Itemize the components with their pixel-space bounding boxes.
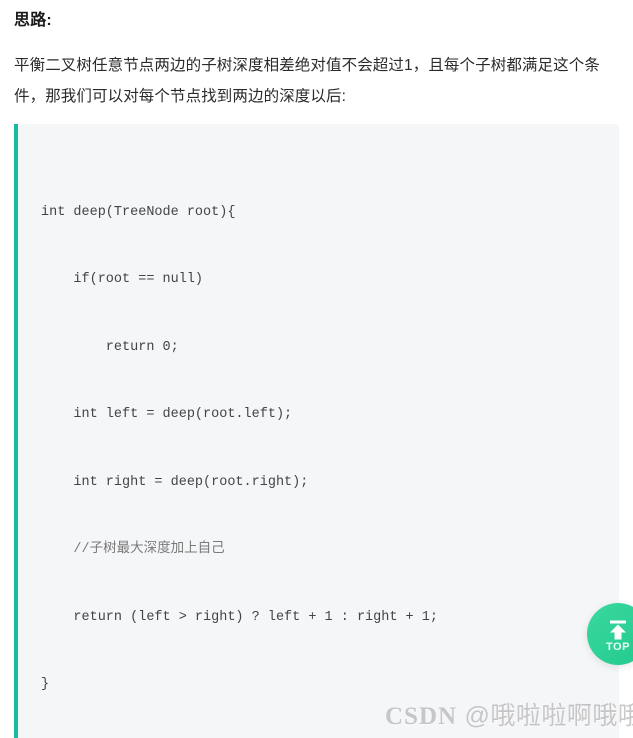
code-line: return 0;: [41, 339, 179, 355]
code-line: if(root == null): [41, 272, 204, 287]
code-block-deep-function[interactable]: int deep(TreeNode root){ if(root == null…: [14, 124, 619, 738]
arrow-up-icon: [607, 620, 629, 640]
watermark-author: @哦啦啦啊哦哦: [464, 702, 633, 730]
csdn-watermark: CSDN @哦啦啦啊哦哦: [385, 699, 633, 734]
code-line-comment: //子树最大深度加上自己: [41, 542, 225, 557]
article-content-page: 思路: 平衡二叉树任意节点两边的子树深度相差绝对值不会超过1，且每个子树都满足这…: [0, 0, 633, 738]
code-line: int right = deep(root.right);: [41, 474, 309, 490]
heading-idea: 思路:: [14, 12, 52, 29]
code-line: int left = deep(root.left);: [41, 407, 293, 422]
code-line: }: [41, 677, 50, 692]
scroll-to-top-label: TOP: [606, 640, 630, 653]
code-line: return (left > right) ? left + 1 : right…: [41, 609, 438, 625]
paragraph-balanced-tree-definition: 平衡二叉树任意节点两边的子树深度相差绝对值不会超过1，且每个子树都满足这个条件，…: [14, 57, 600, 105]
watermark-brand: CSDN: [385, 703, 458, 730]
code-line: int deep(TreeNode root){: [41, 204, 236, 220]
